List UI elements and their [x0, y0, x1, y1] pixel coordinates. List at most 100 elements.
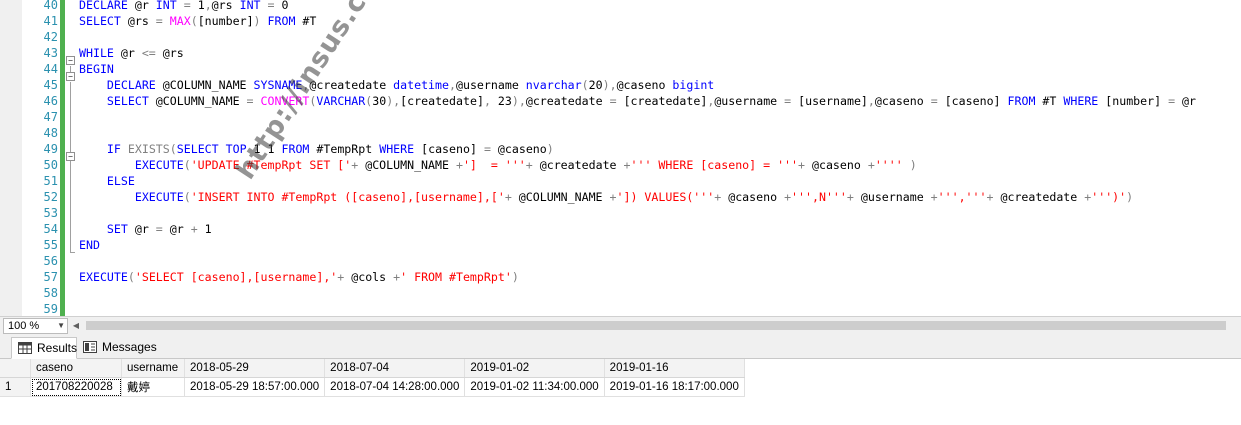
- code-token: +: [986, 190, 994, 204]
- code-token: INT: [239, 0, 261, 12]
- code-line[interactable]: EXECUTE('INSERT INTO #TempRpt ([caseno],…: [79, 189, 1239, 205]
- line-number: 41: [43, 14, 58, 28]
- code-line[interactable]: [79, 301, 1239, 316]
- code-line[interactable]: SET @r = @r + 1: [79, 221, 1239, 237]
- code-token: +: [525, 158, 533, 172]
- line-number: 45: [43, 78, 58, 92]
- code-line[interactable]: EXECUTE('SELECT [caseno],[username],'+ @…: [79, 269, 1239, 285]
- column-header-date-1[interactable]: 2018-05-29: [184, 359, 326, 378]
- code-line[interactable]: [79, 109, 1239, 125]
- collapse-while-icon[interactable]: −: [66, 56, 75, 65]
- tab-messages-label: Messages: [102, 340, 157, 354]
- code-token: ): [546, 142, 554, 156]
- outline-line: [70, 82, 71, 253]
- zoom-select[interactable]: 100 % ▼: [3, 318, 68, 334]
- code-token: #T: [295, 14, 317, 28]
- column-header-caseno[interactable]: caseno: [30, 359, 122, 378]
- code-token: =: [930, 94, 938, 108]
- query-editor[interactable]: 40 41 42 43 44 45 46 47 48 49 50 51 52 53 54 55 56 57 58 59…: [0, 0, 1241, 316]
- code-token: @r: [127, 0, 156, 12]
- code-line[interactable]: SELECT @rs = MAX([number]) FROM #T: [79, 13, 1239, 29]
- code-token: #TempRpt: [309, 142, 380, 156]
- chevron-down-icon[interactable]: ▼: [57, 319, 65, 333]
- code-token: '''': [874, 158, 903, 172]
- code-token: DECLARE: [106, 78, 156, 92]
- grid-cell-date-1[interactable]: 2018-05-29 18:57:00.000: [184, 377, 326, 397]
- scroll-left-icon[interactable]: ◀: [70, 319, 82, 332]
- code-token: (: [183, 190, 191, 204]
- code-token: ']) VALUES(''': [616, 190, 715, 204]
- code-token: @rs: [155, 46, 184, 60]
- grid-cell-date-4[interactable]: 2019-01-16 18:17:00.000: [604, 377, 745, 397]
- grid-cell-username[interactable]: 戴婷: [121, 377, 185, 397]
- code-line[interactable]: DECLARE @r INT = 1,@rs INT = 0: [79, 0, 1239, 13]
- results-grid[interactable]: caseno username 2018-05-29 2018-07-04 20…: [0, 359, 1241, 425]
- code-token: [number]: [197, 14, 254, 28]
- code-line[interactable]: SELECT @COLUMN_NAME = CONVERT(VARCHAR(30…: [79, 93, 1239, 109]
- code-token: @cols: [344, 270, 394, 284]
- code-line[interactable]: DECLARE @COLUMN_NAME SYSNAME,@createdate…: [79, 77, 1239, 93]
- code-token: =: [609, 94, 617, 108]
- code-token: =: [155, 222, 163, 236]
- code-token: @COLUMN_NAME: [511, 190, 610, 204]
- collapse-begin-icon[interactable]: −: [66, 72, 75, 81]
- collapse-if-icon[interactable]: −: [66, 152, 75, 161]
- code-token: ,: [483, 94, 491, 108]
- code-line[interactable]: END: [79, 237, 1239, 253]
- line-number: 57: [43, 270, 58, 284]
- tab-results[interactable]: Results: [11, 337, 77, 359]
- code-token: @r: [162, 222, 191, 236]
- code-token: WHERE: [1063, 94, 1099, 108]
- code-line[interactable]: [79, 285, 1239, 301]
- code-token: INT: [155, 0, 177, 12]
- code-token: +: [784, 190, 792, 204]
- code-token: +: [609, 190, 617, 204]
- column-header-date-2[interactable]: 2018-07-04: [324, 359, 466, 378]
- grid-cell-date-2[interactable]: 2018-07-04 14:28:00.000: [324, 377, 466, 397]
- code-token: [createdate]: [400, 94, 484, 108]
- results-table[interactable]: caseno username 2018-05-29 2018-07-04 20…: [0, 359, 745, 397]
- line-number: 40: [43, 0, 58, 12]
- code-token: ,: [204, 0, 212, 12]
- line-number: 53: [43, 206, 58, 220]
- column-header-username[interactable]: username: [121, 359, 185, 378]
- code-token: @username: [714, 94, 785, 108]
- grid-cell-caseno[interactable]: 201708220028: [30, 377, 122, 397]
- row-header-corner[interactable]: [0, 359, 31, 378]
- code-token: @createdate: [993, 190, 1085, 204]
- line-number: 55: [43, 238, 58, 252]
- code-token: WHILE: [79, 46, 114, 60]
- code-token: ''',N''': [791, 190, 847, 204]
- code-token: =: [246, 94, 254, 108]
- tab-messages[interactable]: Messages: [77, 337, 159, 357]
- code-token: 'INSERT INTO #TempRpt ([caseno],[usernam…: [190, 190, 505, 204]
- code-token: datetime: [393, 78, 449, 92]
- code-token: ''' WHERE [caseno] = ''': [630, 158, 799, 172]
- line-number: 46: [43, 94, 58, 108]
- code-token: (: [581, 78, 589, 92]
- horizontal-scrollbar-thumb[interactable]: [86, 321, 1226, 330]
- code-line[interactable]: [79, 253, 1239, 269]
- column-header-date-3[interactable]: 2019-01-02: [464, 359, 605, 378]
- code-line[interactable]: [79, 205, 1239, 221]
- code-line[interactable]: [79, 29, 1239, 45]
- code-token: FROM: [267, 14, 296, 28]
- code-token: SET: [106, 222, 128, 236]
- code-line[interactable]: WHILE @r <= @rs: [79, 45, 1239, 61]
- code-token: [caseno]: [414, 142, 484, 156]
- grid-cell-date-3[interactable]: 2019-01-02 11:34:00.000: [464, 377, 605, 397]
- line-number: 52: [43, 190, 58, 204]
- code-line[interactable]: BEGIN: [79, 61, 1239, 77]
- code-token: (: [183, 158, 191, 172]
- row-number[interactable]: 1: [0, 377, 31, 397]
- code-token: +: [623, 158, 631, 172]
- table-row[interactable]: 1 201708220028 戴婷 2018-05-29 18:57:00.00…: [0, 377, 745, 397]
- code-token: @caseno: [616, 78, 673, 92]
- column-header-date-4[interactable]: 2019-01-16: [604, 359, 745, 378]
